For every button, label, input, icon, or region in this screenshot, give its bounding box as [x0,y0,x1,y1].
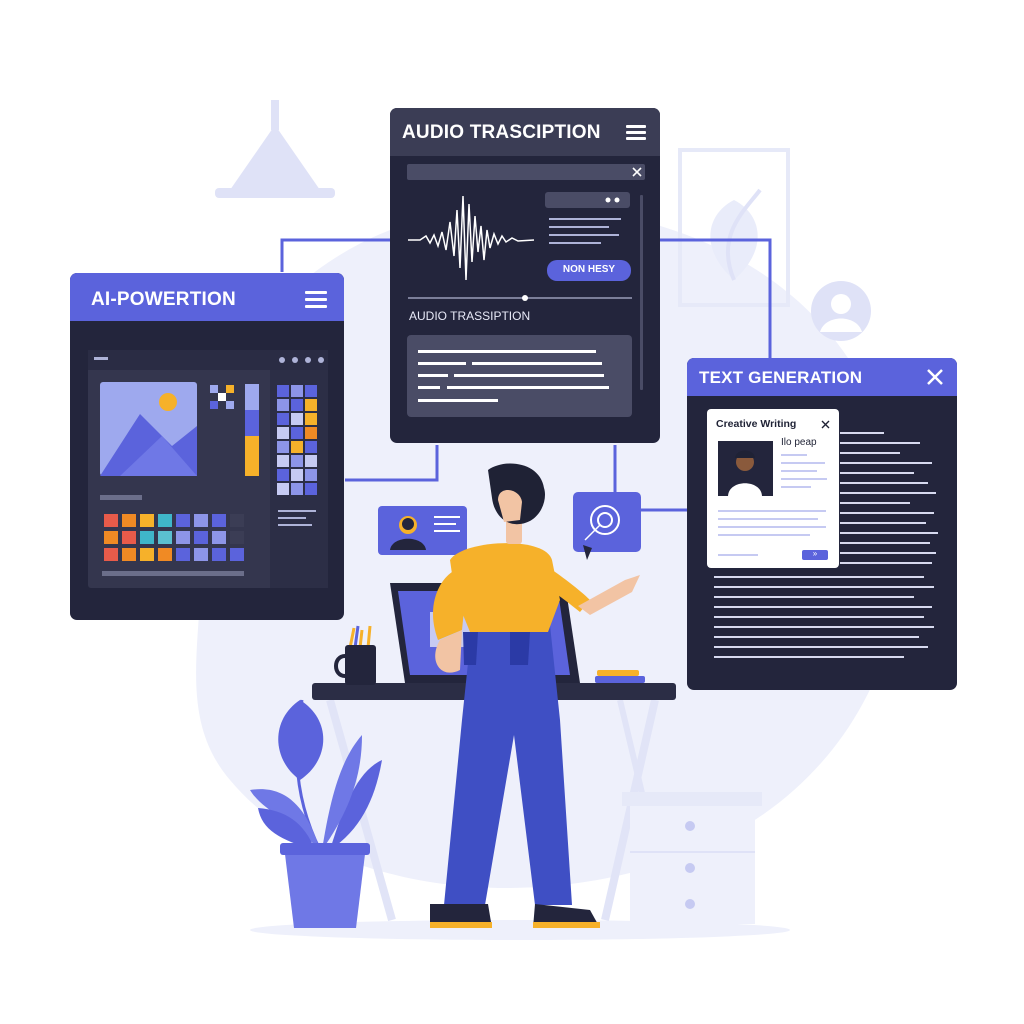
non-hesy-button[interactable]: NON HESY [547,264,631,275]
video-call-icon [378,506,467,555]
search-bar[interactable] [407,164,645,180]
profile-badge-icon [811,281,871,341]
ai-power-panel [70,273,344,620]
ai-chip-icon [573,492,641,560]
scrollbar[interactable] [640,195,643,390]
text-generation-panel [687,358,957,690]
hamburger-menu-icon[interactable] [626,125,646,140]
ceiling-lamp-icon [215,100,335,198]
color-slider[interactable] [245,384,259,476]
avatar [718,441,773,496]
card-button-label[interactable]: » [802,549,828,558]
creative-writing-title: Creative Writing [716,418,797,430]
image-thumbnail-icon [100,382,197,476]
illustration-scene [70,100,957,940]
audio-section-label: AUDIO TRASSIPTION [409,309,531,323]
hamburger-menu-icon[interactable] [305,291,327,308]
text-generation-panel-title: TEXT GENERATION [699,368,863,387]
book-stack-icon [595,670,645,683]
ai-power-panel-title: AI-POWERTION [91,289,236,310]
audio-panel [390,108,660,443]
audio-panel-title: AUDIO TRASCIPTION [402,122,601,143]
card-name: Ilo peap [781,437,817,448]
